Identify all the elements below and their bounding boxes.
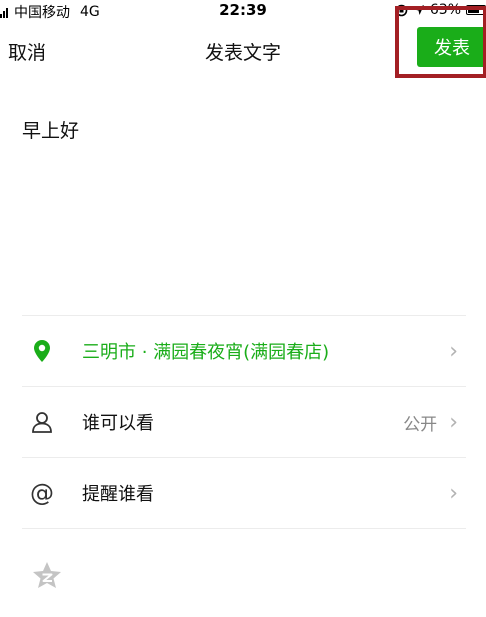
location-label: 三明市 · 满园春夜宵(满园春店) [82, 342, 330, 363]
location-row[interactable]: 三明市 · 满园春夜宵(满园春店) › [22, 316, 466, 386]
mention-label: 提醒谁看 [82, 484, 154, 505]
visibility-value: 公开 [403, 414, 438, 435]
location-pin-icon [24, 339, 60, 363]
mention-row[interactable]: @ 提醒谁看 › [22, 458, 466, 528]
chevron-right-icon: › [449, 409, 458, 435]
visibility-label: 谁可以看 [82, 413, 154, 434]
post-text-input[interactable]: 早上好 [22, 116, 79, 143]
at-icon: @ [30, 479, 54, 507]
visibility-row[interactable]: 谁可以看 公开 › [22, 387, 466, 457]
chevron-right-icon: › [449, 338, 458, 364]
person-icon [24, 410, 60, 434]
highlight-box [395, 6, 486, 78]
chevron-right-icon: › [449, 480, 458, 506]
divider [22, 528, 466, 529]
qzone-star-icon[interactable] [32, 561, 62, 593]
